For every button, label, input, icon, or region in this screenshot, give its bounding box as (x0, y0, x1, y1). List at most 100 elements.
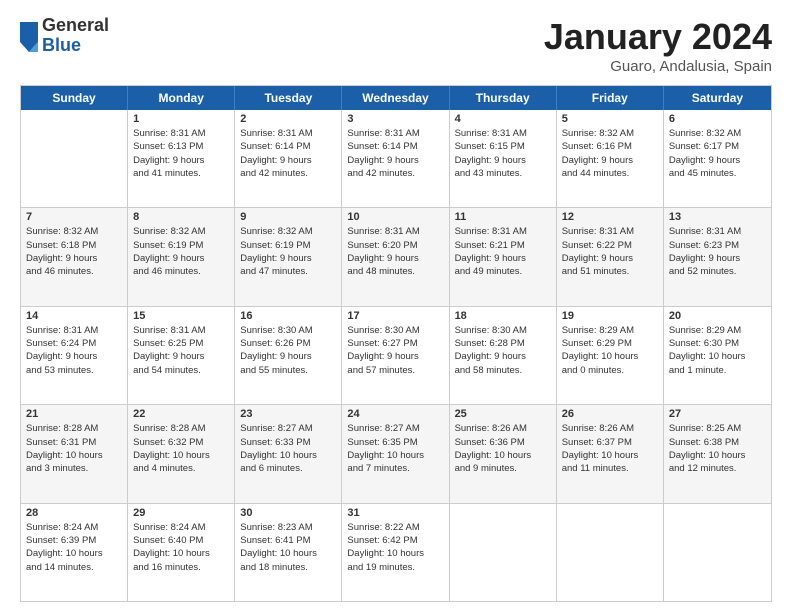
title-month: January 2024 (544, 16, 772, 58)
cell-info-line: Sunset: 6:16 PM (562, 140, 658, 153)
cell-info-line: Sunrise: 8:27 AM (240, 422, 336, 435)
day-number: 19 (562, 310, 658, 322)
cell-info-line: Sunrise: 8:31 AM (562, 225, 658, 238)
logo-text: General Blue (42, 16, 109, 56)
cell-info-line: Daylight: 9 hours (455, 154, 551, 167)
cell-info-line: and 6 minutes. (240, 462, 336, 475)
calendar-cell: 5Sunrise: 8:32 AMSunset: 6:16 PMDaylight… (557, 110, 664, 207)
day-number: 30 (240, 507, 336, 519)
cell-info-line: Sunrise: 8:32 AM (240, 225, 336, 238)
cell-info-line: and 3 minutes. (26, 462, 122, 475)
cell-info-line: Sunrise: 8:31 AM (133, 324, 229, 337)
day-number: 31 (347, 507, 443, 519)
cell-info-line: and 55 minutes. (240, 364, 336, 377)
day-number: 18 (455, 310, 551, 322)
calendar-cell: 20Sunrise: 8:29 AMSunset: 6:30 PMDayligh… (664, 307, 771, 404)
cell-info-line: Sunrise: 8:23 AM (240, 521, 336, 534)
cell-info-line: Daylight: 10 hours (347, 547, 443, 560)
cell-info-line: Daylight: 9 hours (455, 252, 551, 265)
header-day-thursday: Thursday (450, 86, 557, 110)
day-number: 4 (455, 113, 551, 125)
cell-info-line: Daylight: 10 hours (669, 449, 766, 462)
cell-info-line: Sunset: 6:40 PM (133, 534, 229, 547)
calendar-cell: 13Sunrise: 8:31 AMSunset: 6:23 PMDayligh… (664, 208, 771, 305)
cell-info-line: Sunrise: 8:31 AM (240, 127, 336, 140)
calendar-cell: 26Sunrise: 8:26 AMSunset: 6:37 PMDayligh… (557, 405, 664, 502)
calendar-cell: 2Sunrise: 8:31 AMSunset: 6:14 PMDaylight… (235, 110, 342, 207)
cell-info-line: and 18 minutes. (240, 561, 336, 574)
cell-info-line: and 57 minutes. (347, 364, 443, 377)
cell-info-line: Sunset: 6:35 PM (347, 436, 443, 449)
cell-info-line: Sunrise: 8:31 AM (133, 127, 229, 140)
cell-info-line: and 47 minutes. (240, 265, 336, 278)
cell-info-line: Sunset: 6:29 PM (562, 337, 658, 350)
cell-info-line: Sunrise: 8:28 AM (26, 422, 122, 435)
cell-info-line: Daylight: 10 hours (347, 449, 443, 462)
title-location: Guaro, Andalusia, Spain (544, 58, 772, 75)
cell-info-line: Sunset: 6:26 PM (240, 337, 336, 350)
cell-info-line: Sunrise: 8:32 AM (669, 127, 766, 140)
cell-info-line: Sunrise: 8:27 AM (347, 422, 443, 435)
cell-info-line: Daylight: 9 hours (562, 252, 658, 265)
header-day-sunday: Sunday (21, 86, 128, 110)
cell-info-line: Sunset: 6:14 PM (240, 140, 336, 153)
calendar-cell: 12Sunrise: 8:31 AMSunset: 6:22 PMDayligh… (557, 208, 664, 305)
cell-info-line: Daylight: 9 hours (26, 252, 122, 265)
day-number: 22 (133, 408, 229, 420)
cell-info-line: and 52 minutes. (669, 265, 766, 278)
header: General Blue January 2024 Guaro, Andalus… (20, 16, 772, 75)
cell-info-line: Daylight: 10 hours (26, 547, 122, 560)
cell-info-line: Daylight: 9 hours (240, 154, 336, 167)
cell-info-line: Sunrise: 8:26 AM (562, 422, 658, 435)
cell-info-line: Daylight: 9 hours (347, 350, 443, 363)
cell-info-line: and 43 minutes. (455, 167, 551, 180)
cell-info-line: and 51 minutes. (562, 265, 658, 278)
cell-info-line: Daylight: 10 hours (133, 547, 229, 560)
cell-info-line: Sunrise: 8:24 AM (26, 521, 122, 534)
cell-info-line: and 7 minutes. (347, 462, 443, 475)
cell-info-line: Sunset: 6:17 PM (669, 140, 766, 153)
cell-info-line: Daylight: 9 hours (562, 154, 658, 167)
cell-info-line: Sunrise: 8:31 AM (669, 225, 766, 238)
day-number: 12 (562, 211, 658, 223)
cell-info-line: Daylight: 10 hours (240, 547, 336, 560)
day-number: 5 (562, 113, 658, 125)
calendar-cell (450, 504, 557, 601)
cell-info-line: and 44 minutes. (562, 167, 658, 180)
day-number: 10 (347, 211, 443, 223)
calendar-cell: 1Sunrise: 8:31 AMSunset: 6:13 PMDaylight… (128, 110, 235, 207)
calendar-row-3: 21Sunrise: 8:28 AMSunset: 6:31 PMDayligh… (21, 404, 771, 502)
cell-info-line: and 0 minutes. (562, 364, 658, 377)
calendar-cell: 28Sunrise: 8:24 AMSunset: 6:39 PMDayligh… (21, 504, 128, 601)
calendar-row-0: 1Sunrise: 8:31 AMSunset: 6:13 PMDaylight… (21, 110, 771, 207)
cell-info-line: Daylight: 10 hours (669, 350, 766, 363)
day-number: 3 (347, 113, 443, 125)
calendar-cell: 23Sunrise: 8:27 AMSunset: 6:33 PMDayligh… (235, 405, 342, 502)
cell-info-line: and 45 minutes. (669, 167, 766, 180)
cell-info-line: Daylight: 9 hours (669, 252, 766, 265)
cell-info-line: and 53 minutes. (26, 364, 122, 377)
cell-info-line: Daylight: 10 hours (240, 449, 336, 462)
cell-info-line: Sunset: 6:42 PM (347, 534, 443, 547)
header-day-friday: Friday (557, 86, 664, 110)
cell-info-line: Sunrise: 8:31 AM (347, 225, 443, 238)
calendar-row-4: 28Sunrise: 8:24 AMSunset: 6:39 PMDayligh… (21, 503, 771, 601)
calendar-cell: 10Sunrise: 8:31 AMSunset: 6:20 PMDayligh… (342, 208, 449, 305)
cell-info-line: and 9 minutes. (455, 462, 551, 475)
cell-info-line: Sunrise: 8:30 AM (240, 324, 336, 337)
cell-info-line: Sunset: 6:32 PM (133, 436, 229, 449)
cell-info-line: Sunrise: 8:32 AM (133, 225, 229, 238)
cell-info-line: Sunset: 6:19 PM (133, 239, 229, 252)
cell-info-line: Sunset: 6:18 PM (26, 239, 122, 252)
cell-info-line: Sunrise: 8:26 AM (455, 422, 551, 435)
cell-info-line: Sunset: 6:37 PM (562, 436, 658, 449)
calendar-cell: 24Sunrise: 8:27 AMSunset: 6:35 PMDayligh… (342, 405, 449, 502)
cell-info-line: and 46 minutes. (133, 265, 229, 278)
cell-info-line: Sunset: 6:13 PM (133, 140, 229, 153)
cell-info-line: Sunrise: 8:31 AM (26, 324, 122, 337)
cell-info-line: Sunset: 6:20 PM (347, 239, 443, 252)
cell-info-line: Sunrise: 8:32 AM (26, 225, 122, 238)
day-number: 14 (26, 310, 122, 322)
cell-info-line: and 19 minutes. (347, 561, 443, 574)
cell-info-line: and 46 minutes. (26, 265, 122, 278)
